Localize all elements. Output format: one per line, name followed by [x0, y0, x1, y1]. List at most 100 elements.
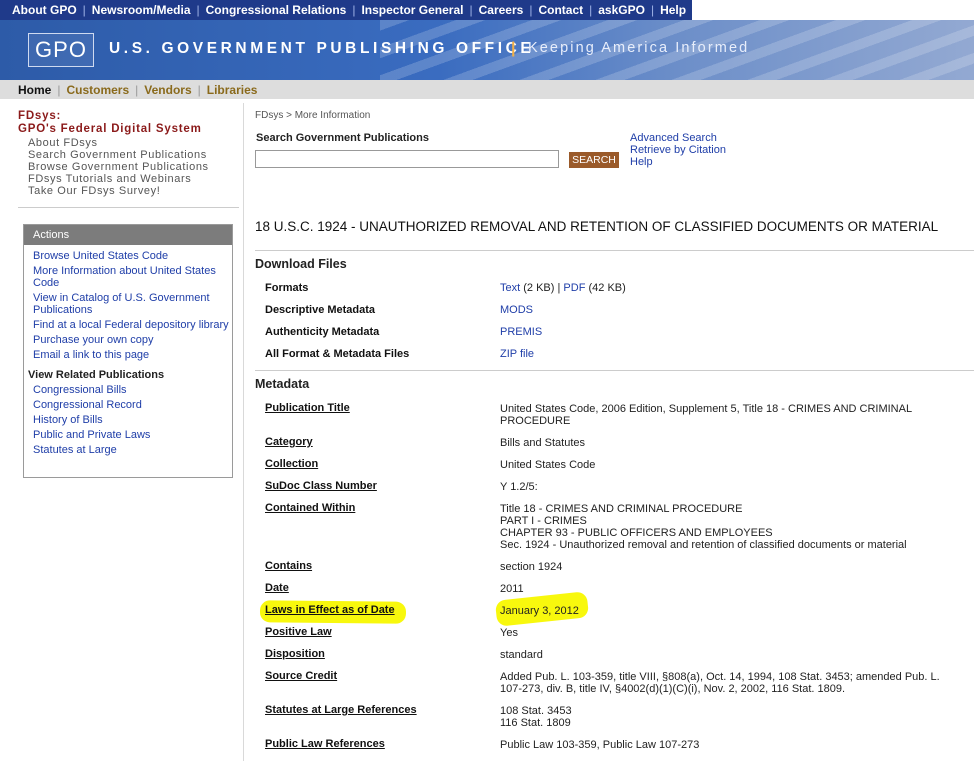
subnav-libraries[interactable]: Libraries — [201, 83, 264, 97]
action-email-link[interactable]: Email a link to this page — [33, 349, 232, 361]
related-statutes-at-large[interactable]: Statutes at Large — [33, 444, 232, 456]
search-input[interactable] — [255, 150, 559, 168]
statutes-at-large-label: Statutes at Large References — [265, 704, 417, 716]
advanced-search-link[interactable]: Advanced Search — [630, 132, 726, 144]
descriptive-metadata-value: MODS — [500, 304, 950, 316]
authenticity-metadata-label: Authenticity Metadata — [265, 326, 380, 338]
column-divider — [243, 103, 244, 761]
sudoc-value: Y 1.2/5: — [500, 481, 538, 493]
gpo-logo[interactable]: GPO — [28, 33, 94, 67]
action-more-info-usc[interactable]: More Information about United States Cod… — [33, 265, 232, 289]
format-separator: | — [557, 282, 561, 294]
pdf-download-link[interactable]: PDF — [563, 282, 585, 294]
related-congressional-record[interactable]: Congressional Record — [33, 399, 232, 411]
retrieve-by-citation-link[interactable]: Retrieve by Citation — [630, 144, 726, 156]
fdsys-subtitle: GPO's Federal Digital System — [18, 123, 202, 135]
formats-value: Text (2 KB) | PDF (42 KB) — [500, 282, 950, 294]
text-download-link[interactable]: Text — [500, 282, 520, 294]
collection-label: Collection — [265, 458, 319, 470]
document-title: 18 U.S.C. 1924 - UNAUTHORIZED REMOVAL AN… — [255, 219, 939, 234]
category-value: Bills and Statutes — [500, 437, 585, 449]
site-title: U.S. GOVERNMENT PUBLISHING OFFICE — [109, 40, 535, 57]
public-law-references-value: Public Law 103-359, Public Law 107-273 — [500, 739, 700, 751]
audience-nav: Home | Customers | Vendors | Libraries — [0, 80, 974, 99]
divider — [255, 370, 974, 371]
top-nav-congressional-relations[interactable]: Congressional Relations — [200, 3, 353, 17]
contained-within-value: Title 18 - CRIMES AND CRIMINAL PROCEDURE… — [500, 503, 970, 551]
text-size: (2 KB) — [523, 282, 555, 294]
authenticity-metadata-value: PREMIS — [500, 326, 950, 338]
top-nav-contact[interactable]: Contact — [532, 3, 589, 17]
top-nav-help[interactable]: Help — [654, 3, 692, 17]
date-value: 2011 — [500, 583, 524, 595]
mods-link[interactable]: MODS — [500, 304, 533, 316]
search-button[interactable]: SEARCH — [569, 152, 619, 168]
fdsys-title: FDsys: — [18, 110, 62, 122]
actions-title: Actions — [24, 225, 232, 245]
contained-section: Sec. 1924 - Unauthorized removal and ret… — [500, 539, 907, 551]
top-nav-careers[interactable]: Careers — [473, 3, 530, 17]
related-public-private-laws[interactable]: Public and Private Laws — [33, 429, 232, 441]
top-nav-about-gpo[interactable]: About GPO — [6, 3, 83, 17]
publication-title-value: United States Code, 2006 Edition, Supple… — [500, 403, 912, 427]
category-label: Category — [265, 436, 313, 448]
divider — [255, 250, 974, 251]
pdf-size: (42 KB) — [588, 282, 626, 294]
breadcrumb: FDsys > More Information — [255, 110, 371, 121]
action-purchase[interactable]: Purchase your own copy — [33, 334, 232, 346]
divider — [18, 207, 239, 208]
date-label: Date — [265, 582, 289, 594]
formats-label: Formats — [265, 282, 309, 294]
zip-file-link[interactable]: ZIP file — [500, 348, 534, 360]
top-nav: About GPO | Newsroom/Media | Congressional… — [0, 0, 693, 20]
subnav-home[interactable]: Home — [12, 83, 57, 97]
source-credit-label: Source Credit — [265, 670, 338, 682]
contained-title: Title 18 - CRIMES AND CRIMINAL PROCEDURE — [500, 503, 743, 515]
laws-in-effect-label: Laws in Effect as of Date — [265, 604, 395, 616]
action-find-library[interactable]: Find at a local Federal depository libra… — [33, 319, 232, 331]
subnav-customers[interactable]: Customers — [60, 83, 135, 97]
disposition-value: standard — [500, 649, 543, 661]
contains-value: section 1924 — [500, 561, 563, 573]
source-credit-value: Added Pub. L. 103-359, title VIII, §808(… — [500, 671, 940, 695]
contained-chapter: CHAPTER 93 - PUBLIC OFFICERS AND EMPLOYE… — [500, 527, 773, 539]
laws-in-effect-value: January 3, 2012 — [500, 605, 579, 617]
top-nav-askgpo[interactable]: askGPO — [592, 3, 651, 17]
descriptive-metadata-label: Descriptive Metadata — [265, 304, 376, 316]
fdsys-link-search[interactable]: Search Government Publications — [28, 149, 238, 161]
related-history-of-bills[interactable]: History of Bills — [33, 414, 232, 426]
positive-law-label: Positive Law — [265, 626, 332, 638]
action-browse-usc[interactable]: Browse United States Code — [33, 250, 232, 262]
publication-title-label: Publication Title — [265, 402, 350, 414]
positive-law-value: Yes — [500, 627, 518, 639]
sudoc-label: SuDoc Class Number — [265, 480, 377, 492]
actions-box: Actions Browse United States Code More I… — [23, 224, 233, 478]
premis-link[interactable]: PREMIS — [500, 326, 542, 338]
help-link[interactable]: Help — [630, 156, 726, 168]
fdsys-panel: FDsys: GPO's Federal Digital System Abou… — [18, 110, 238, 197]
search-links: Advanced Search Retrieve by Citation Hel… — [630, 132, 726, 168]
fdsys-link-about[interactable]: About FDsys — [28, 137, 238, 149]
contained-within-label: Contained Within — [265, 502, 356, 514]
contained-part: PART I - CRIMES — [500, 515, 587, 527]
statutes-at-large-value: 108 Stat. 3453 116 Stat. 1809 — [500, 705, 950, 729]
subnav-vendors[interactable]: Vendors — [138, 83, 197, 97]
all-files-label: All Format & Metadata Files — [265, 348, 410, 360]
contains-label: Contains — [265, 560, 313, 572]
fdsys-link-browse[interactable]: Browse Government Publications — [28, 161, 238, 173]
statute-reference: 108 Stat. 3453 — [500, 705, 572, 717]
search-label: Search Government Publications — [256, 132, 429, 144]
fdsys-link-tutorials[interactable]: FDsys Tutorials and Webinars — [28, 173, 238, 185]
all-files-value: ZIP file — [500, 348, 950, 360]
public-law-references-label: Public Law References — [265, 738, 385, 750]
site-tagline: Keeping America Informed — [528, 40, 750, 56]
related-congressional-bills[interactable]: Congressional Bills — [33, 384, 232, 396]
site-banner: GPO U.S. GOVERNMENT PUBLISHING OFFICE | … — [0, 20, 974, 80]
disposition-label: Disposition — [265, 648, 325, 660]
fdsys-link-survey[interactable]: Take Our FDsys Survey! — [28, 185, 238, 197]
top-nav-newsroom[interactable]: Newsroom/Media — [86, 3, 197, 17]
top-nav-inspector-general[interactable]: Inspector General — [355, 3, 469, 17]
action-view-catalog[interactable]: View in Catalog of U.S. Government Publi… — [33, 292, 232, 316]
download-files-heading: Download Files — [255, 257, 347, 271]
title-separator: | — [511, 40, 516, 57]
